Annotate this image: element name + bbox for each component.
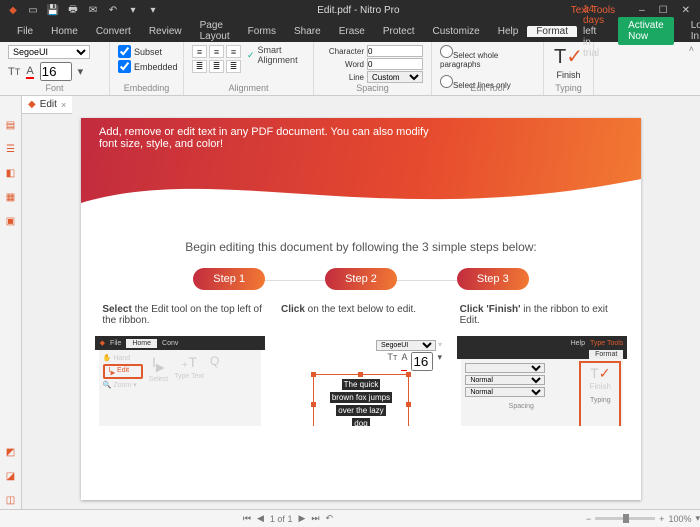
menu-erase[interactable]: Erase <box>330 26 374 37</box>
edit-tool-highlight: I▶ Edit <box>103 364 143 379</box>
zoom-out-button[interactable]: − <box>586 514 591 524</box>
align-center-button[interactable]: ≡ <box>209 45 224 58</box>
word-spacing-label: Word <box>322 60 364 69</box>
thumbnail-step-1: ◆FileHomeConv ✋ Hand I▶ Edit 🔍 Zoom ▾ I▶… <box>95 336 265 426</box>
side-find-icon[interactable]: ◫ <box>4 495 18 509</box>
menu-convert[interactable]: Convert <box>87 26 140 37</box>
menu-forms[interactable]: Forms <box>239 26 285 37</box>
finish-icon[interactable]: T✓ <box>554 44 583 69</box>
maximize-button[interactable]: ☐ <box>659 5 668 16</box>
edittool-group-label: Edit Tool <box>432 83 543 93</box>
app-flame-icon: ◆ <box>6 3 20 17</box>
thumbnail-step-2: SegoeUI▾ TTA▾ The quick brown fox jumps … <box>276 336 446 426</box>
menu-customize[interactable]: Customize <box>424 26 489 37</box>
hero-text: Add, remove or edit text in any PDF docu… <box>99 126 439 150</box>
document-tab[interactable]: Edit× <box>40 99 67 110</box>
qat-print-icon[interactable]: 🖶 <box>66 3 80 17</box>
menu-file[interactable]: File <box>8 26 42 37</box>
alignment-group-label: Alignment <box>184 83 313 93</box>
qat-new-icon[interactable]: ▭ <box>26 3 40 17</box>
step-3-pill: Step 3 <box>457 268 529 290</box>
finish-highlight: T✓ Finish Typing <box>579 361 621 426</box>
step-2-pill: Step 2 <box>325 268 397 290</box>
activate-button[interactable]: Activate Now <box>618 17 674 45</box>
nav-first-icon[interactable]: ⏮ <box>243 513 251 524</box>
menu-help[interactable]: Help <box>489 26 528 37</box>
close-button[interactable]: ✕ <box>682 5 690 16</box>
menu-review[interactable]: Review <box>140 26 191 37</box>
side-pages-icon[interactable]: ▤ <box>4 120 18 134</box>
zoom-level[interactable]: 100% <box>668 514 691 524</box>
font-size-dropdown-icon[interactable]: ▾ <box>78 65 84 78</box>
thumbnail-step-3: HelpType Tools Format Normal Normal Spac… <box>457 336 627 426</box>
align-justify-button[interactable]: ≣ <box>192 60 207 73</box>
font-color-icon[interactable]: A <box>26 65 33 79</box>
step-1-pill: Step 1 <box>193 268 265 290</box>
qat-undo-icon[interactable]: ↶ <box>106 3 120 17</box>
zoom-slider[interactable] <box>595 517 655 520</box>
align-left-button[interactable]: ≡ <box>192 45 207 58</box>
spacing-group-label: Spacing <box>314 83 431 93</box>
typing-group-label: Typing <box>544 83 593 93</box>
smart-alignment-toggle[interactable]: ✓Smart Alignment <box>247 45 305 65</box>
character-spacing-input[interactable] <box>367 45 423 57</box>
line-spacing-select[interactable]: Custom <box>367 71 423 83</box>
embedded-checkbox[interactable]: Embedded <box>118 60 175 73</box>
font-group-label: Font <box>0 83 109 93</box>
menu-format[interactable]: Format <box>527 26 577 37</box>
window-title: Edit.pdf - Nitro Pro <box>160 5 557 16</box>
menu-page-layout[interactable]: Page Layout <box>191 20 239 42</box>
close-tab-button[interactable]: × <box>61 100 66 110</box>
select-whole-paragraphs-radio[interactable]: Select whole paragraphs <box>440 45 535 69</box>
side-bookmarks-icon[interactable]: ☰ <box>4 144 18 158</box>
login-button[interactable]: Log In <box>682 20 700 42</box>
side-comments-icon[interactable]: ◪ <box>4 471 18 485</box>
embedding-group-label: Embedding <box>110 83 183 93</box>
text-effect-icon[interactable]: TT <box>8 66 20 78</box>
instruction-3: Click 'Finish' in the ribbon to exit Edi… <box>460 304 620 326</box>
side-layers-icon[interactable]: ▦ <box>4 192 18 206</box>
character-spacing-label: Character <box>322 47 364 56</box>
nav-back-icon[interactable]: ↶ <box>325 513 333 524</box>
qat-save-icon[interactable]: 💾 <box>46 3 60 17</box>
menu-home[interactable]: Home <box>42 26 87 37</box>
hero-wave-decoration <box>81 173 641 219</box>
qat-redo-icon[interactable]: ▾ <box>126 3 140 17</box>
font-family-select[interactable]: SegoeUI <box>8 45 90 59</box>
qat-email-icon[interactable]: ✉ <box>86 3 100 17</box>
side-attachments-icon[interactable]: ▣ <box>4 216 18 230</box>
font-size-input[interactable] <box>40 62 72 81</box>
doc-flame-icon: ◆ <box>28 99 36 110</box>
nav-prev-icon[interactable]: ◀ <box>257 513 264 524</box>
zoom-dropdown-icon[interactable]: ▾ <box>695 513 700 524</box>
side-signatures-icon[interactable]: ◧ <box>4 168 18 182</box>
instruction-1: Select the Edit tool on the top left of … <box>102 304 262 326</box>
line-spacing-label: Line <box>322 73 364 82</box>
word-spacing-input[interactable] <box>367 58 423 70</box>
collapse-ribbon-icon[interactable]: ˄ <box>689 44 694 54</box>
qat-menu-icon[interactable]: ▾ <box>146 3 160 17</box>
finish-button[interactable]: Finish <box>556 70 580 80</box>
menu-protect[interactable]: Protect <box>374 26 424 37</box>
minimize-button[interactable]: ‒ <box>639 5 645 16</box>
side-output-icon[interactable]: ◩ <box>4 447 18 461</box>
align-right-button[interactable]: ≡ <box>226 45 241 58</box>
align-bottom-button[interactable]: ≣ <box>226 60 241 73</box>
align-top-button[interactable]: ≣ <box>209 60 224 73</box>
page-indicator: 1 of 1 <box>270 514 293 524</box>
subset-checkbox[interactable]: Subset <box>118 45 175 58</box>
nav-next-icon[interactable]: ▶ <box>298 513 305 524</box>
menu-share[interactable]: Share <box>285 26 330 37</box>
intro-text: Begin editing this document by following… <box>81 240 641 254</box>
nav-last-icon[interactable]: ⏭ <box>311 513 319 524</box>
instruction-2: Click on the text below to edit. <box>281 304 441 326</box>
zoom-in-button[interactable]: + <box>659 514 664 524</box>
